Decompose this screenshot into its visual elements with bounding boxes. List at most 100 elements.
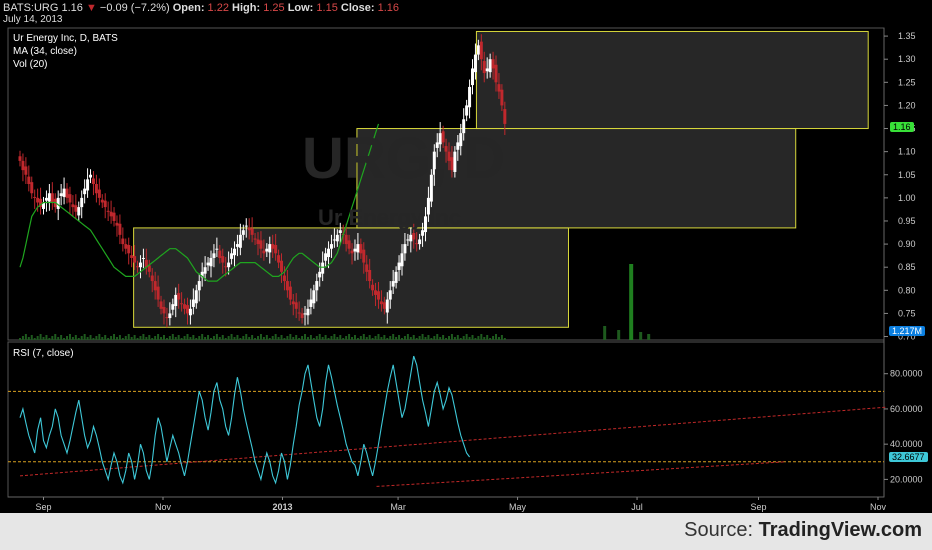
volume-bar <box>183 336 186 340</box>
candle-body <box>174 294 178 307</box>
volume-bar <box>271 336 274 340</box>
volume-bar <box>83 334 86 340</box>
volume-bar <box>95 336 98 340</box>
volume-bar <box>204 337 207 340</box>
candle-body <box>397 262 401 270</box>
candle-body <box>259 240 263 249</box>
legend-volume[interactable]: Vol (20) <box>13 59 47 70</box>
volume-bar <box>51 336 54 340</box>
volume-bar <box>177 335 180 340</box>
legend-title[interactable]: Ur Energy Inc, D, BATS <box>13 33 118 44</box>
symbol-header: BATS:URG 1.16 ▼ −0.09 (−7.2%) Open: 1.22… <box>3 2 399 14</box>
volume-bar <box>453 337 456 340</box>
candle-body <box>394 271 398 283</box>
candle-body <box>62 188 66 197</box>
candle-body <box>500 89 504 106</box>
volume-bar <box>647 334 651 340</box>
candle-body <box>241 230 245 235</box>
candle-body <box>209 257 213 267</box>
candle-body <box>203 267 207 274</box>
volume-bar <box>239 338 242 340</box>
volume-bar <box>63 338 66 340</box>
volume-bar <box>477 336 480 340</box>
candle-body <box>86 179 90 191</box>
time-tick-label: Sep <box>35 502 51 512</box>
candle-body <box>100 199 104 203</box>
source-credit[interactable]: Source: TradingView.com <box>684 519 922 542</box>
candle-body <box>403 244 407 254</box>
rsi-tick-label: 60.0000 <box>890 404 923 414</box>
volume-bar <box>101 337 104 340</box>
candle-body <box>138 262 142 268</box>
rsi-trend-line <box>19 406 886 477</box>
volume-bar <box>86 337 89 340</box>
range-box-3 <box>475 30 869 130</box>
candle-body <box>94 184 98 194</box>
candle-body <box>109 211 113 217</box>
volume-bar <box>345 336 348 340</box>
volume-bar <box>353 335 356 340</box>
volume-bar <box>233 337 236 340</box>
volume-spike-bar <box>629 264 634 340</box>
price-tick-label: 1.20 <box>898 100 916 110</box>
volume-bar <box>215 334 218 340</box>
volume-bar <box>277 337 280 340</box>
candle-body <box>65 188 69 198</box>
candle-body <box>265 248 269 252</box>
volume-bar <box>456 335 459 340</box>
candle-body <box>494 64 498 83</box>
candle-body <box>421 230 425 236</box>
candle-body <box>482 61 486 74</box>
volume-bar <box>66 336 69 340</box>
volume-bar <box>45 335 48 340</box>
volume-bar <box>209 338 212 340</box>
volume-bar <box>274 334 277 340</box>
candle-body <box>315 281 319 291</box>
volume-bar <box>415 338 418 340</box>
legend-ma[interactable]: MA (34, close) <box>13 46 77 57</box>
volume-bar <box>136 338 139 340</box>
volume-bar <box>336 337 339 340</box>
symbol-name[interactable]: BATS:URG <box>3 2 58 14</box>
volume-bar <box>71 337 74 340</box>
last-price-tag: 1.16 <box>890 122 914 132</box>
legend-rsi[interactable]: RSI (7, close) <box>13 348 74 359</box>
price-tick-label: 1.00 <box>898 193 916 203</box>
volume-bar <box>151 338 154 340</box>
volume-bar <box>386 338 389 340</box>
candle-body <box>168 313 172 319</box>
candle-body <box>280 260 284 272</box>
candle-body <box>27 176 31 184</box>
volume-bar <box>395 337 398 340</box>
volume-bar <box>409 337 412 340</box>
candle-body <box>306 308 310 316</box>
volume-bar <box>27 337 30 340</box>
candle-body <box>332 239 336 241</box>
volume-bar <box>359 336 362 340</box>
volume-bar <box>418 336 421 340</box>
volume-bar <box>207 335 210 340</box>
volume-bar <box>54 334 57 340</box>
candle-body <box>468 86 472 108</box>
volume-bar <box>503 338 506 340</box>
volume-bar <box>327 338 330 340</box>
candle-body <box>271 244 275 249</box>
rsi-trend-line <box>376 461 786 487</box>
candle-body <box>44 197 48 201</box>
volume-bar <box>171 334 174 340</box>
candle-body <box>71 204 75 208</box>
candle-body <box>33 196 37 198</box>
candle-body <box>491 59 495 69</box>
price-tick-label: 1.10 <box>898 147 916 157</box>
source-prefix: Source: <box>684 519 759 541</box>
volume-bar <box>639 332 643 340</box>
candle-body <box>365 264 369 272</box>
volume-bar <box>24 334 27 340</box>
volume-bar <box>283 338 286 340</box>
candle-body <box>288 286 292 300</box>
volume-bar <box>248 337 251 340</box>
candle-body <box>165 317 169 319</box>
volume-bar <box>448 336 450 340</box>
candle-body <box>30 182 34 194</box>
candle-body <box>21 160 25 171</box>
